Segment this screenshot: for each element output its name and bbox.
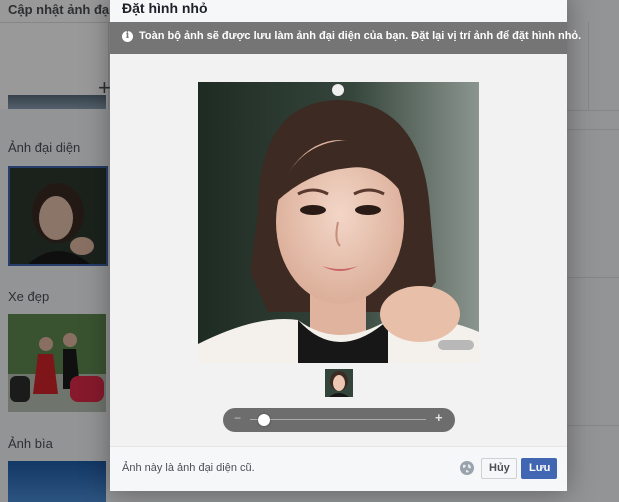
info-notice-bar: i Toàn bộ ảnh sẽ được lưu làm ảnh đại di… <box>110 22 581 54</box>
cancel-button[interactable]: Hủy <box>481 458 517 479</box>
dialog-footer: Ảnh này là ảnh đại diện cũ. Hủy Lưu <box>110 446 567 491</box>
globe-glyph <box>460 461 474 475</box>
save-button[interactable]: Lưu <box>521 458 557 479</box>
footer-note: Ảnh này là ảnh đại diện cũ. <box>122 462 255 474</box>
zoom-handle[interactable] <box>258 414 271 426</box>
set-thumbnail-dialog: Đặt hình nhỏ i Toàn bộ ảnh sẽ được lưu l… <box>110 0 581 491</box>
thumbnail-preview-image <box>325 369 353 397</box>
zoom-slider[interactable]: − + <box>223 408 455 432</box>
thumbnail-preview <box>325 369 353 397</box>
info-notice-text: Toàn bộ ảnh sẽ được lưu làm ảnh đại diện… <box>139 30 582 42</box>
zoom-out-icon[interactable]: − <box>234 411 241 425</box>
portrait-image <box>198 82 479 363</box>
info-icon: i <box>122 31 133 42</box>
zoom-track[interactable] <box>250 419 426 420</box>
zoom-in-icon[interactable]: + <box>435 410 443 425</box>
crop-photo[interactable] <box>198 82 479 363</box>
globe-icon[interactable] <box>460 461 474 475</box>
crop-stage: − + <box>110 54 567 446</box>
dialog-title: Đặt hình nhỏ <box>122 0 208 16</box>
dialog-header: Đặt hình nhỏ <box>110 0 567 23</box>
